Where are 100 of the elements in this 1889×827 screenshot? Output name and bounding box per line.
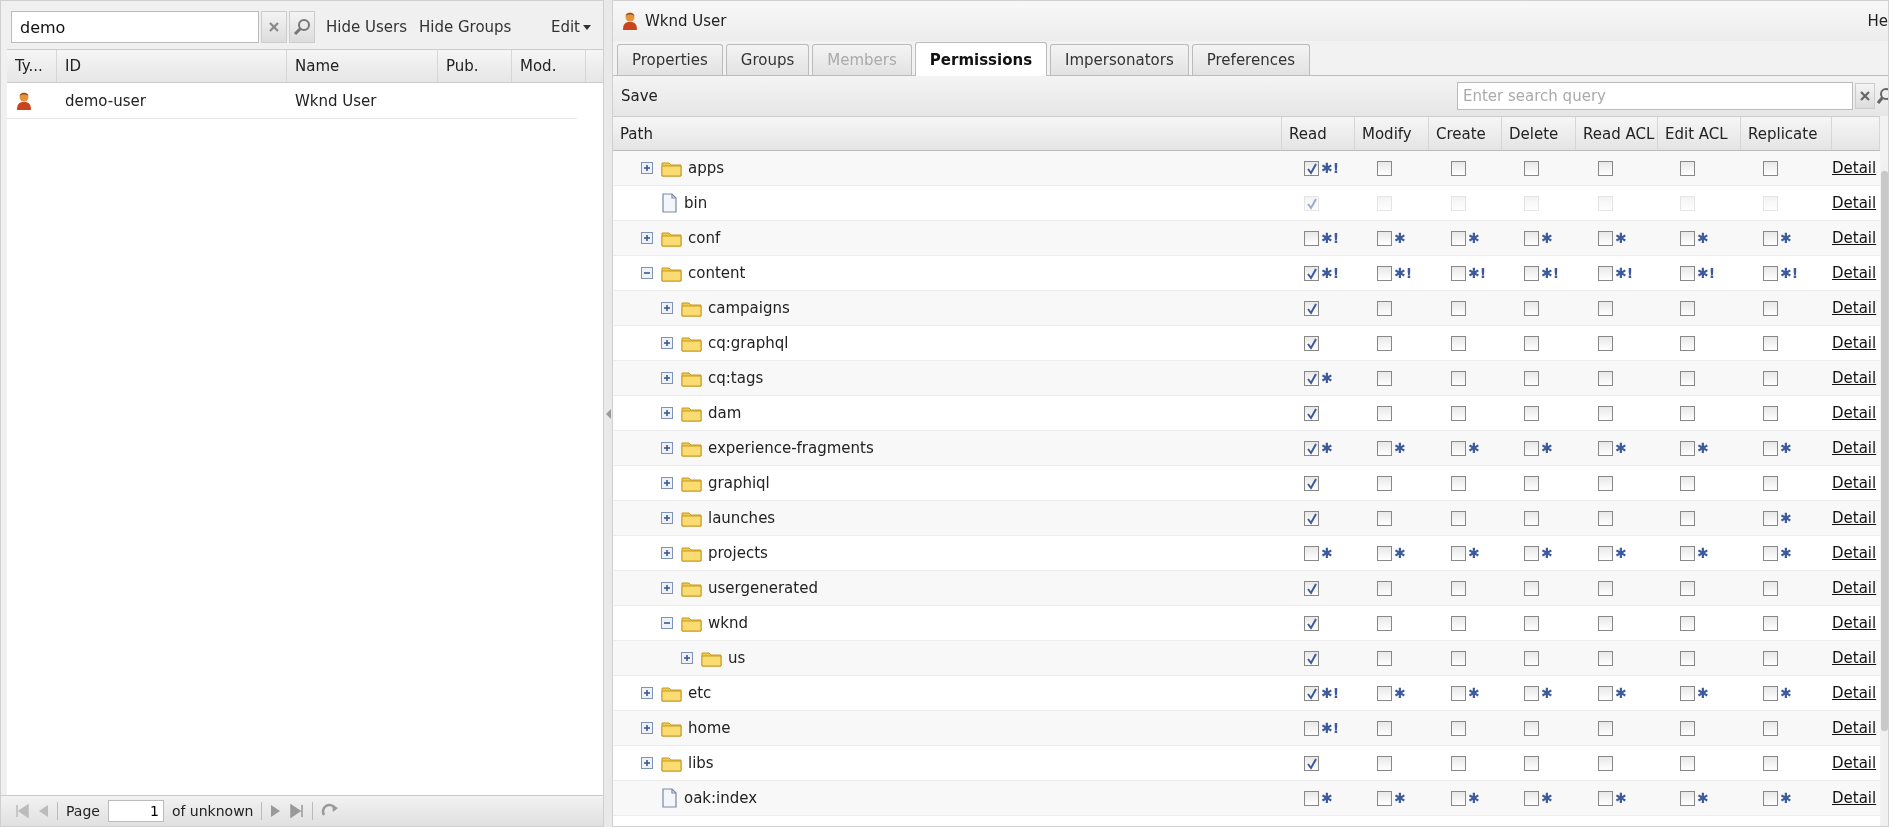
tree-item[interactable]: dam xyxy=(708,404,742,422)
checkbox[interactable] xyxy=(1304,720,1319,736)
column-header[interactable]: Modify xyxy=(1355,117,1429,150)
detail-link[interactable]: Detail xyxy=(1832,439,1877,457)
tab[interactable]: Groups xyxy=(725,44,810,75)
detail-link[interactable]: Detail xyxy=(1832,684,1877,702)
tree-item[interactable]: graphiql xyxy=(708,474,770,492)
checkbox[interactable] xyxy=(1598,615,1613,631)
tree-item[interactable]: cq:tags xyxy=(708,369,764,387)
detail-link[interactable]: Detail xyxy=(1832,299,1877,317)
tree-item[interactable]: wknd xyxy=(708,614,748,632)
tree-item[interactable]: experience-fragments xyxy=(708,439,874,457)
column-header[interactable]: Replicate xyxy=(1741,117,1832,150)
detail-link[interactable]: Detail xyxy=(1832,474,1877,492)
checkbox[interactable] xyxy=(1451,755,1466,771)
checkbox[interactable] xyxy=(1763,545,1778,561)
checkbox[interactable] xyxy=(1598,230,1613,246)
checkbox[interactable] xyxy=(1524,545,1539,561)
checkbox[interactable] xyxy=(1680,720,1695,736)
expand-icon[interactable] xyxy=(661,477,673,489)
checkbox[interactable] xyxy=(1598,300,1613,316)
expand-icon[interactable] xyxy=(661,372,673,384)
checkbox[interactable] xyxy=(1451,475,1466,491)
checkbox[interactable] xyxy=(1451,615,1466,631)
save-button[interactable]: Save xyxy=(619,83,660,109)
checkbox[interactable] xyxy=(1763,790,1778,806)
table-row[interactable]: demo-user Wknd User xyxy=(7,83,577,119)
checkbox[interactable] xyxy=(1304,265,1319,281)
checkbox[interactable] xyxy=(1598,405,1613,421)
expand-icon[interactable] xyxy=(661,337,673,349)
checkbox[interactable] xyxy=(1377,230,1392,246)
detail-link[interactable]: Detail xyxy=(1832,614,1877,632)
checkbox[interactable] xyxy=(1598,440,1613,456)
checkbox[interactable] xyxy=(1304,370,1319,386)
checkbox[interactable] xyxy=(1680,510,1695,526)
checkbox[interactable] xyxy=(1377,720,1392,736)
checkbox[interactable] xyxy=(1598,580,1613,596)
checkbox[interactable] xyxy=(1680,300,1695,316)
detail-link[interactable]: Detail xyxy=(1832,719,1877,737)
checkbox[interactable] xyxy=(1680,230,1695,246)
detail-link[interactable]: Detail xyxy=(1832,789,1877,807)
checkbox[interactable] xyxy=(1763,335,1778,351)
checkbox[interactable] xyxy=(1377,265,1392,281)
checkbox[interactable] xyxy=(1377,475,1392,491)
column-header[interactable]: Read ACL xyxy=(1576,117,1658,150)
column-header[interactable]: Create xyxy=(1429,117,1502,150)
tree-item[interactable]: us xyxy=(728,649,746,667)
checkbox[interactable] xyxy=(1377,300,1392,316)
collapse-icon[interactable] xyxy=(641,267,653,279)
checkbox[interactable] xyxy=(1763,685,1778,701)
search-field[interactable]: demo xyxy=(11,11,259,43)
checkbox[interactable] xyxy=(1598,790,1613,806)
checkbox[interactable] xyxy=(1524,755,1539,771)
checkbox[interactable] xyxy=(1377,335,1392,351)
checkbox[interactable] xyxy=(1304,790,1319,806)
checkbox[interactable] xyxy=(1377,370,1392,386)
checkbox[interactable] xyxy=(1304,160,1319,176)
checkbox[interactable] xyxy=(1377,755,1392,771)
checkbox[interactable] xyxy=(1763,370,1778,386)
checkbox[interactable] xyxy=(1598,475,1613,491)
checkbox[interactable] xyxy=(1680,370,1695,386)
tree-item[interactable]: cq:graphql xyxy=(708,334,789,352)
checkbox[interactable] xyxy=(1763,265,1778,281)
checkbox[interactable] xyxy=(1524,685,1539,701)
checkbox[interactable] xyxy=(1763,580,1778,596)
checkbox[interactable] xyxy=(1763,720,1778,736)
checkbox[interactable] xyxy=(1598,755,1613,771)
checkbox[interactable] xyxy=(1763,475,1778,491)
tab[interactable]: Impersonators xyxy=(1050,44,1189,75)
checkbox[interactable] xyxy=(1524,790,1539,806)
checkbox[interactable] xyxy=(1377,790,1392,806)
checkbox[interactable] xyxy=(1680,475,1695,491)
checkbox[interactable] xyxy=(1598,510,1613,526)
collapse-icon[interactable] xyxy=(661,617,673,629)
checkbox[interactable] xyxy=(1680,790,1695,806)
detail-link[interactable]: Detail xyxy=(1832,369,1877,387)
checkbox[interactable] xyxy=(1524,440,1539,456)
filter-button[interactable]: Hide Users xyxy=(321,16,412,38)
checkbox[interactable] xyxy=(1598,685,1613,701)
checkbox[interactable] xyxy=(1451,790,1466,806)
checkbox[interactable] xyxy=(1451,650,1466,666)
checkbox[interactable] xyxy=(1304,580,1319,596)
checkbox[interactable] xyxy=(1304,545,1319,561)
edit-menu-button[interactable]: Edit xyxy=(546,16,595,38)
expand-icon[interactable] xyxy=(661,512,673,524)
tree-item[interactable]: conf xyxy=(688,229,721,247)
tab[interactable]: Properties xyxy=(617,44,723,75)
checkbox[interactable] xyxy=(1377,615,1392,631)
checkbox[interactable] xyxy=(1304,440,1319,456)
checkbox[interactable] xyxy=(1680,580,1695,596)
checkbox[interactable] xyxy=(1377,650,1392,666)
checkbox[interactable] xyxy=(1598,545,1613,561)
detail-link[interactable]: Detail xyxy=(1832,754,1877,772)
checkbox[interactable] xyxy=(1763,755,1778,771)
checkbox[interactable] xyxy=(1377,440,1392,456)
column-header[interactable]: Pub. xyxy=(438,50,512,82)
checkbox[interactable] xyxy=(1598,265,1613,281)
checkbox[interactable] xyxy=(1451,265,1466,281)
checkbox[interactable] xyxy=(1598,160,1613,176)
checkbox[interactable] xyxy=(1524,335,1539,351)
